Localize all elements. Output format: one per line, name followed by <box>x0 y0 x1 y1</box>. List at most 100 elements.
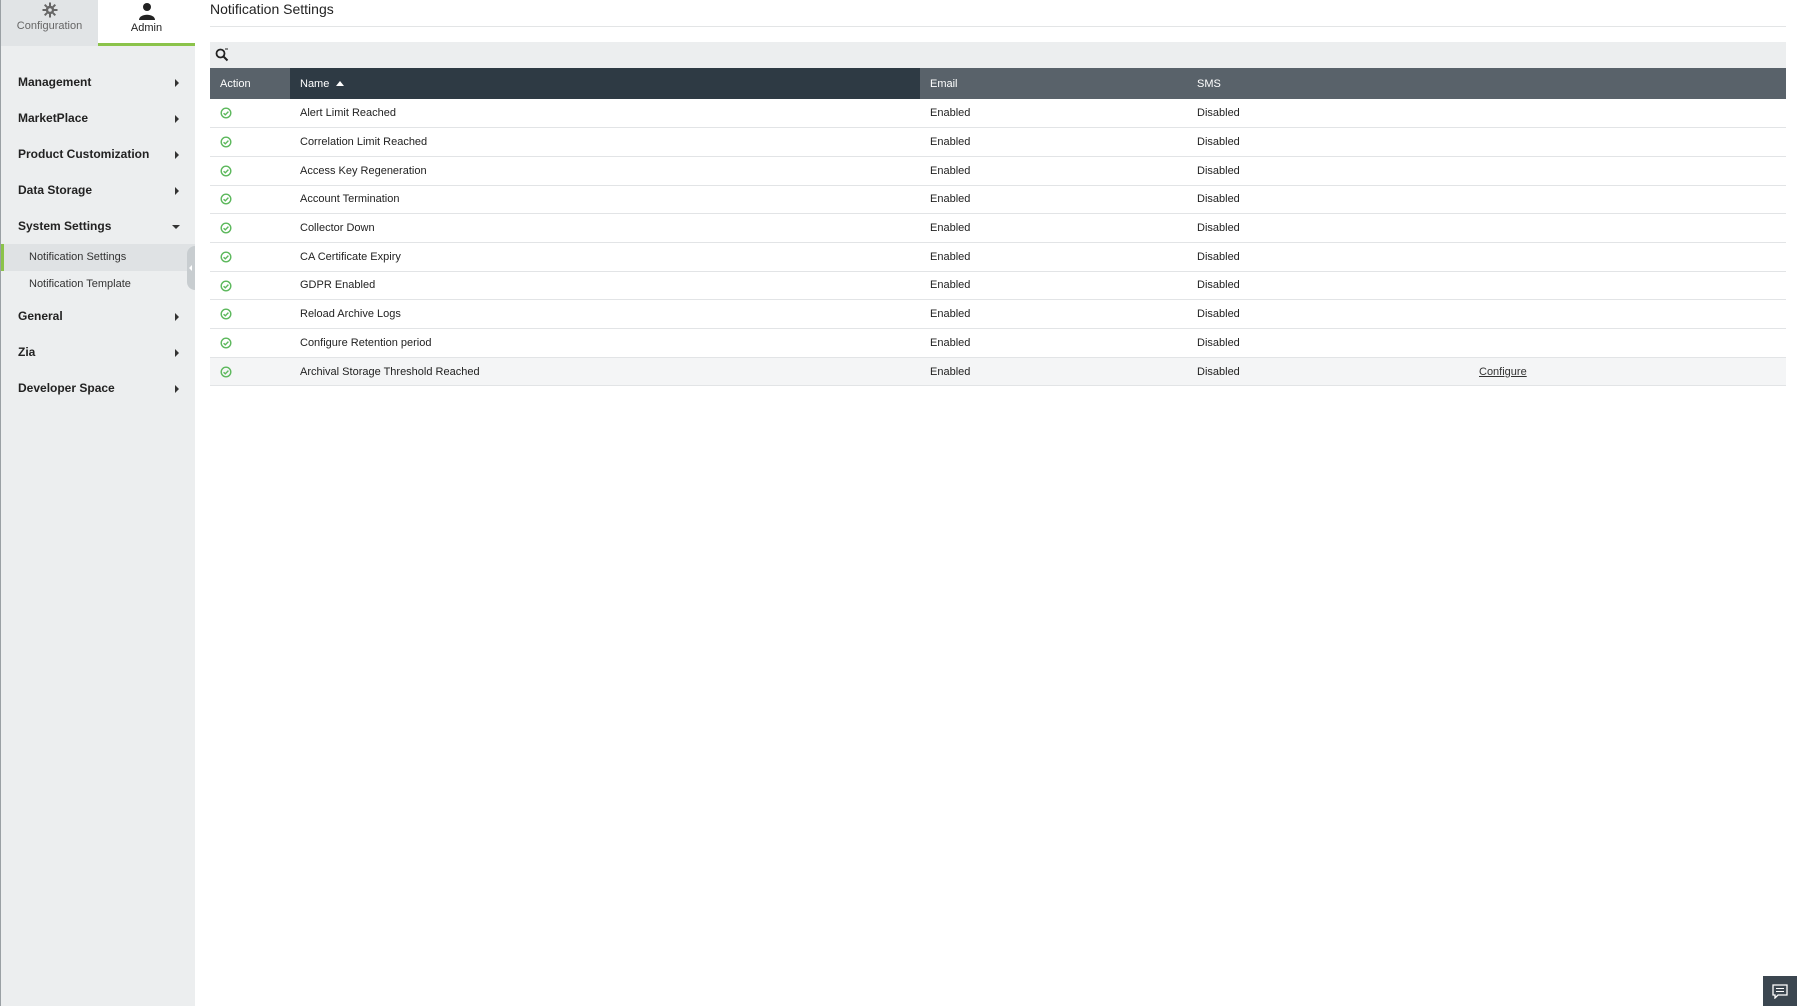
column-header-name-label: Name <box>300 77 330 90</box>
email-cell: Enabled <box>930 222 971 235</box>
action-cell <box>210 185 290 214</box>
sidebar-item-system-settings[interactable]: System Settings <box>1 208 195 244</box>
extra-cell <box>1469 156 1786 185</box>
check-circle-icon[interactable] <box>220 337 232 349</box>
sidebar-item-marketplace[interactable]: MarketPlace <box>1 100 195 136</box>
sidebar-subitem-notification-template[interactable]: Notification Template <box>1 271 195 298</box>
action-cell <box>210 300 290 329</box>
tab-admin-label: Admin <box>130 22 163 34</box>
sidebar-subitem-notification-settings[interactable]: Notification Settings <box>1 244 195 290</box>
tab-admin[interactable]: Admin <box>98 0 195 46</box>
sidebar-item-general[interactable]: General <box>1 298 195 334</box>
table-row: CA Certificate Expiry Enabled Disabled <box>210 242 1786 272</box>
name-cell: Archival Storage Threshold Reached <box>300 365 480 378</box>
sms-cell: Disabled <box>1197 193 1240 206</box>
search-bar <box>210 42 1786 68</box>
column-header-name[interactable]: Name <box>290 68 920 99</box>
sms-cell: Disabled <box>1197 222 1240 235</box>
check-circle-icon[interactable] <box>220 308 232 320</box>
table-row: Correlation Limit Reached Enabled Disabled <box>210 128 1786 157</box>
extra-cell <box>1469 329 1786 358</box>
check-circle-icon[interactable] <box>220 136 232 148</box>
column-header-action: Action <box>210 68 290 99</box>
table-body: Alert Limit Reached Enabled Disabled Correl… <box>210 99 1786 386</box>
check-circle-icon[interactable] <box>220 222 232 234</box>
email-cell: Enabled <box>930 336 971 349</box>
configure-link[interactable]: Configure <box>1479 366 1527 378</box>
name-cell: Collector Down <box>300 222 375 235</box>
name-cell: Account Termination <box>300 193 400 206</box>
check-circle-icon[interactable] <box>220 366 232 378</box>
sidebar-item-zia[interactable]: Zia <box>1 334 195 370</box>
chevron-right-icon <box>175 187 179 195</box>
top-nav: Configuration Admin <box>1 0 195 46</box>
check-circle-icon[interactable] <box>220 193 232 205</box>
page-title: Notification Settings <box>210 0 1786 27</box>
sms-cell: Disabled <box>1197 107 1240 120</box>
column-header-extra <box>1469 68 1786 99</box>
name-cell: Alert Limit Reached <box>300 107 396 120</box>
extra-cell <box>1469 128 1786 157</box>
extra-cell <box>1469 271 1786 300</box>
chevron-right-icon <box>175 313 179 321</box>
search-icon[interactable] <box>215 48 229 62</box>
action-cell <box>210 242 290 271</box>
email-cell: Enabled <box>930 193 971 206</box>
chat-button[interactable] <box>1763 976 1797 1006</box>
chevron-right-icon <box>175 385 179 393</box>
check-circle-icon[interactable] <box>220 251 232 263</box>
name-cell: GDPR Enabled <box>300 279 376 292</box>
sidebar-item-label: Data Storage <box>18 183 93 197</box>
column-header-email: Email <box>920 68 1187 99</box>
extra-cell <box>1469 300 1786 329</box>
check-circle-icon[interactable] <box>220 165 232 177</box>
table-row: Configure Retention period Enabled Disable… <box>210 329 1786 358</box>
chat-icon <box>1772 983 1788 999</box>
tab-configuration[interactable]: Configuration <box>1 0 98 46</box>
extra-cell: Configure <box>1469 357 1786 386</box>
chevron-right-icon <box>175 115 179 123</box>
check-circle-icon[interactable] <box>220 107 232 119</box>
chevron-right-icon <box>175 151 179 159</box>
action-cell <box>210 156 290 185</box>
action-cell <box>210 271 290 300</box>
sidebar-item-label: Developer Space <box>18 381 115 395</box>
tab-configuration-label: Configuration <box>16 20 83 32</box>
email-cell: Enabled <box>930 164 971 177</box>
sms-cell: Disabled <box>1197 308 1240 321</box>
sidebar-item-label: Zia <box>18 345 36 359</box>
chevron-down-icon <box>172 225 180 229</box>
user-icon <box>138 3 155 20</box>
sidebar-item-management[interactable]: Management <box>1 64 195 100</box>
sms-cell: Disabled <box>1197 136 1240 149</box>
sidebar-item-label: Product Customization <box>18 147 150 161</box>
name-cell: Configure Retention period <box>300 336 432 349</box>
email-cell: Enabled <box>930 136 971 149</box>
sidebar: Configuration Admin Management MarketPla… <box>0 0 195 1006</box>
main-content: Notification Settings Action Name Email … <box>210 0 1786 386</box>
sidebar-item-label: MarketPlace <box>18 111 89 125</box>
sidebar-item-developer-space[interactable]: Developer Space <box>1 370 195 406</box>
sidebar-item-label: Management <box>18 75 92 89</box>
table-row: GDPR Enabled Enabled Disabled <box>210 271 1786 300</box>
action-cell <box>210 99 290 128</box>
chevron-right-icon <box>175 349 179 357</box>
table-row: Access Key Regeneration Enabled Disabled <box>210 156 1786 186</box>
sidebar-subitem-label: Notification Template <box>29 278 131 290</box>
table-header-row: Action Name Email SMS <box>210 68 1786 99</box>
sidebar-item-data-storage[interactable]: Data Storage <box>1 172 195 208</box>
sidebar-menu: Management MarketPlace Product Customiza… <box>1 46 195 406</box>
extra-cell <box>1469 185 1786 214</box>
sidebar-subitem-label: Notification Settings <box>29 251 127 263</box>
sidebar-item-product-customization[interactable]: Product Customization <box>1 136 195 172</box>
email-cell: Enabled <box>930 279 971 292</box>
check-circle-icon[interactable] <box>220 280 232 292</box>
table-row: Archival Storage Threshold Reached Enable… <box>210 357 1786 386</box>
extra-cell <box>1469 242 1786 271</box>
table-row: Collector Down Enabled Disabled <box>210 214 1786 243</box>
sms-cell: Disabled <box>1197 365 1240 378</box>
name-cell: Access Key Regeneration <box>300 164 427 177</box>
email-cell: Enabled <box>930 365 971 378</box>
sms-cell: Disabled <box>1197 279 1240 292</box>
sidebar-item-label: General <box>18 309 63 323</box>
